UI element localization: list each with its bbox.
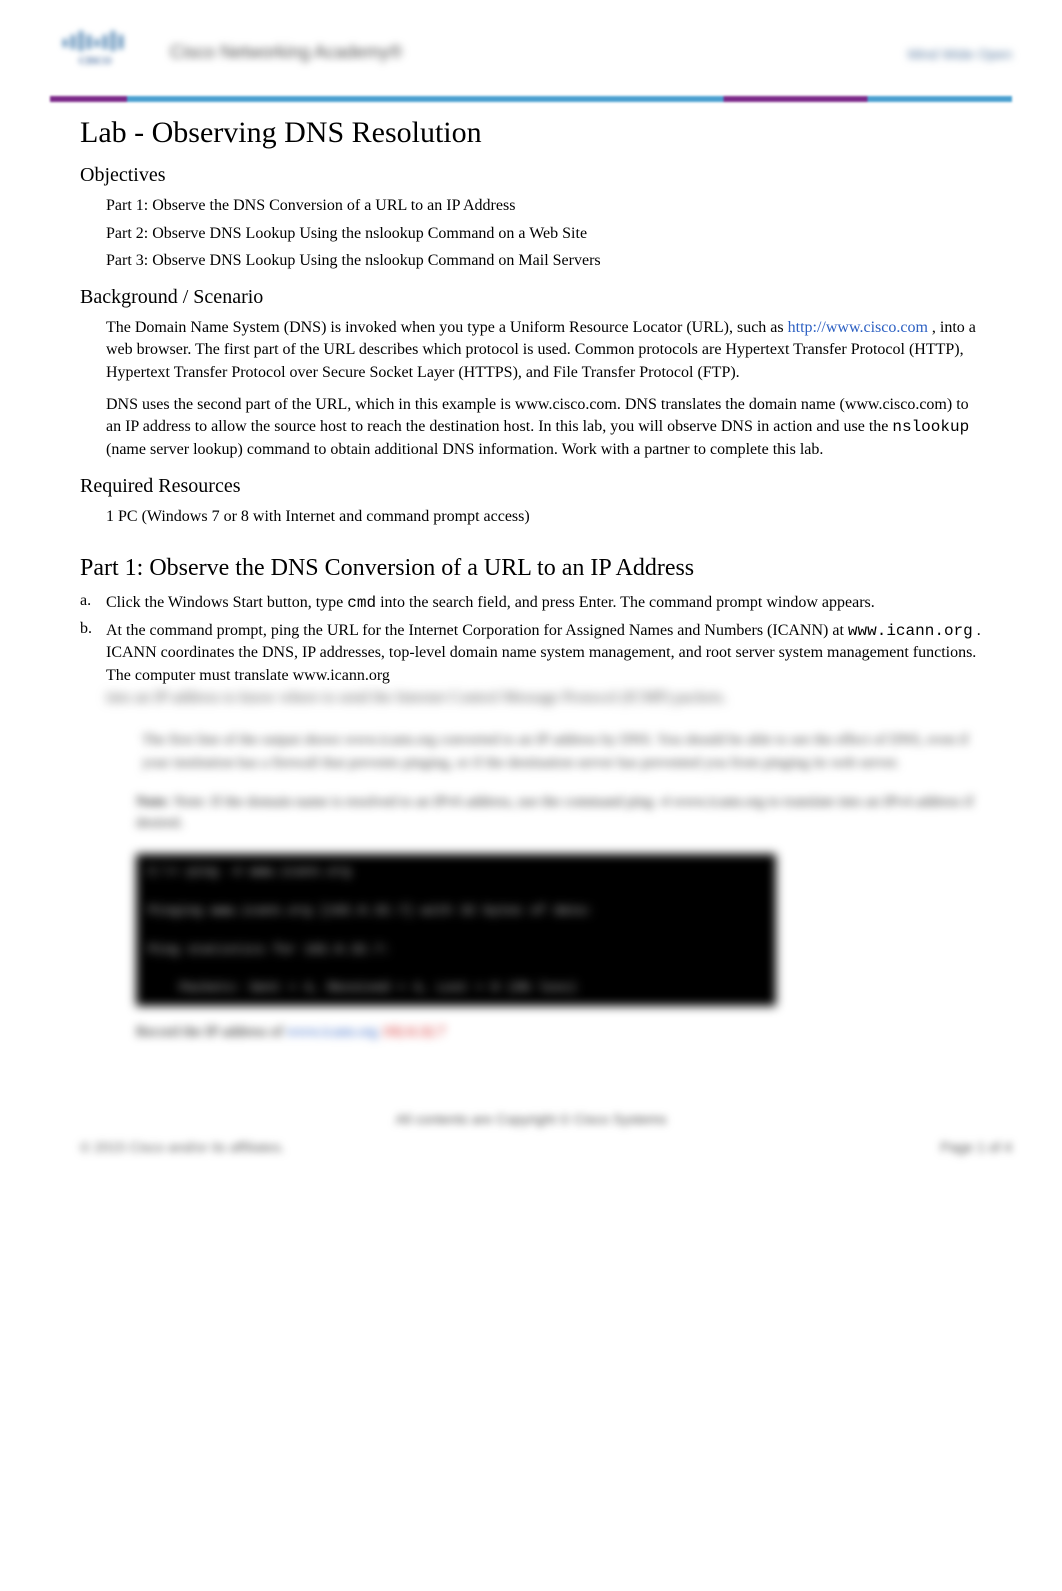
terminal-line-4: Packets: Sent = 4, Received = 4, Lost = … <box>148 980 764 996</box>
step-a-mid1: button, type <box>267 594 347 611</box>
bg-p2-pre: DNS uses the second part of the URL, whi… <box>106 396 969 435</box>
objectives-heading: Objectives <box>80 164 982 187</box>
bg-p1-pre: The Domain Name System (DNS) is invoked … <box>106 319 788 336</box>
terminal-line-1: C:\> ping -4 www.icann.org <box>148 864 764 880</box>
bg-p2-post: (name server lookup) command to obtain a… <box>106 441 823 458</box>
resources-heading: Required Resources <box>80 475 982 498</box>
logo: CISCO <box>50 20 140 76</box>
cmd-command: cmd <box>347 594 376 612</box>
answer-red: 192.0.32.7 <box>382 1024 446 1040</box>
step-b-letter: b. <box>80 620 106 710</box>
page-footer: All contents are Copyright © Cisco Syste… <box>50 1111 1012 1171</box>
step-a-post: and press Enter. The command prompt wind… <box>515 594 875 611</box>
blurred-paragraph-1: The first line of the output shows www.i… <box>136 721 982 782</box>
divider-color-bar <box>50 96 1012 102</box>
page-header: CISCO Cisco Networking Academy® Mind Wid… <box>50 30 1012 86</box>
cisco-url-link[interactable]: http://www.cisco.com <box>788 319 928 336</box>
background-heading: Background / Scenario <box>80 286 982 309</box>
objective-item-2: Part 2: Observe DNS Lookup Using the nsl… <box>106 223 982 245</box>
answer-pre: Record the IP address of <box>136 1024 287 1040</box>
step-a-mid2: into the search field, <box>380 594 511 611</box>
background-para-2: DNS uses the second part of the URL, whi… <box>106 394 982 461</box>
answer-line: Record the IP address of www.icann.org 1… <box>136 1024 982 1041</box>
step-b-text: At the command prompt, ping the URL for … <box>106 620 982 710</box>
icann-url: www.icann.org <box>848 622 973 640</box>
page: CISCO Cisco Networking Academy® Mind Wid… <box>0 30 1062 1591</box>
step-b-row: b. At the command prompt, ping the URL f… <box>80 620 982 710</box>
objective-item-1: Part 1: Observe the DNS Conversion of a … <box>106 195 982 217</box>
footer-right: Page 1 of 4 <box>940 1139 1012 1155</box>
objective-item-3: Part 3: Observe DNS Lookup Using the nsl… <box>106 250 982 272</box>
header-right-text: Mind Wide Open <box>908 46 1012 62</box>
step-a-row: a. Click the Windows Start button, type … <box>80 592 982 614</box>
answer-link: www.icann.org <box>287 1024 378 1040</box>
logo-text: CISCO <box>79 55 111 67</box>
terminal-output: C:\> ping -4 www.icann.org Pinging www.i… <box>136 854 776 1006</box>
document-body: Lab - Observing DNS Resolution Objective… <box>0 102 1062 1041</box>
nslookup-command: nslookup <box>892 418 969 436</box>
page-title: Lab - Observing DNS Resolution <box>80 116 982 150</box>
blurred-note: Note: Note: If the domain name is resolv… <box>136 792 982 834</box>
windows-start-label: Windows Start <box>168 594 263 611</box>
resource-item: 1 PC (Windows 7 or 8 with Internet and c… <box>106 506 982 528</box>
note-bold: Note <box>136 794 166 810</box>
footer-center: All contents are Copyright © Cisco Syste… <box>50 1111 1012 1127</box>
background-para-1: The Domain Name System (DNS) is invoked … <box>106 317 982 384</box>
step-a-letter: a. <box>80 592 106 614</box>
cisco-bars-icon <box>59 29 131 55</box>
note-text: Note: If the domain name is resolved to … <box>136 794 973 831</box>
part1-heading: Part 1: Observe the DNS Conversion of a … <box>80 555 982 582</box>
step-b-blurred-tail: into an IP address to know where to send… <box>106 689 727 706</box>
terminal-line-2: Pinging www.icann.org [192.0.32.7] with … <box>148 903 764 919</box>
step-a-pre: Click the <box>106 594 168 611</box>
footer-left: © 2015 Cisco and/or its affiliates. <box>80 1139 285 1155</box>
terminal-line-3: Ping statistics for 192.0.32.7: <box>148 942 764 958</box>
step-a-text: Click the Windows Start button, type cmd… <box>106 592 982 614</box>
step-b-pre: At the command prompt, ping the URL for … <box>106 622 848 639</box>
header-center-text: Cisco Networking Academy® <box>170 42 402 63</box>
